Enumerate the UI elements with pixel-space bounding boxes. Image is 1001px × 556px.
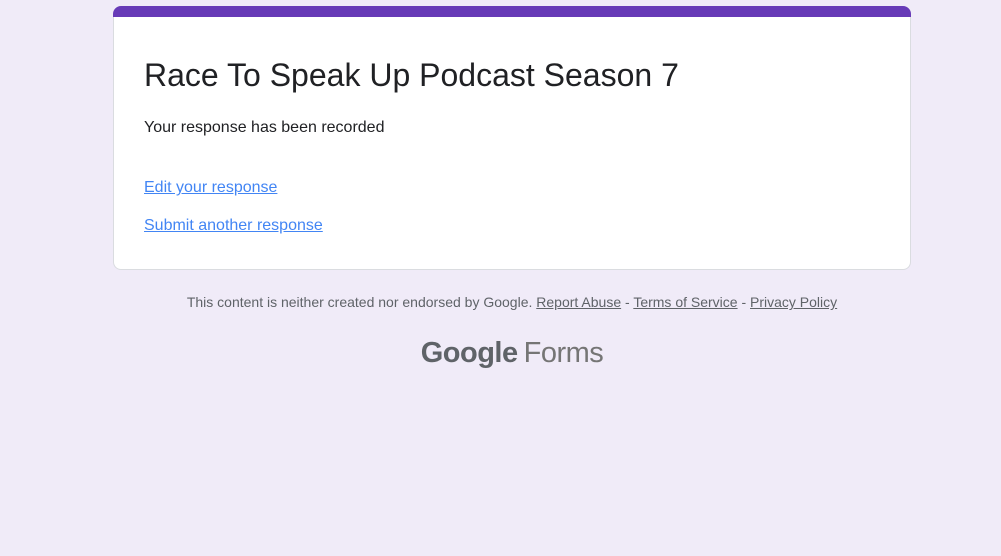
forms-logo-text: Forms xyxy=(523,336,604,369)
terms-of-service-link[interactable]: Terms of Service xyxy=(633,294,737,310)
page-container: Race To Speak Up Podcast Season 7 Your r… xyxy=(113,0,911,370)
footer-disclaimer: This content is neither created nor endo… xyxy=(113,293,911,313)
google-forms-logo: Google Forms xyxy=(113,337,911,370)
report-abuse-link[interactable]: Report Abuse xyxy=(536,294,621,310)
confirmation-message: Your response has been recorded xyxy=(144,119,385,136)
submit-another-response-link[interactable]: Submit another response xyxy=(144,215,880,237)
disclaimer-text: This content is neither created nor endo… xyxy=(186,294,533,311)
response-links: Edit your response Submit another respon… xyxy=(144,177,880,237)
google-logo-text: Google xyxy=(420,336,518,369)
footer-separator: - xyxy=(625,294,630,311)
footer-separator: - xyxy=(741,294,747,311)
edit-response-link[interactable]: Edit your response xyxy=(144,177,880,199)
form-title: Race To Speak Up Podcast Season 7 xyxy=(144,57,679,93)
response-card: Race To Speak Up Podcast Season 7 Your r… xyxy=(113,17,911,271)
privacy-policy-link[interactable]: Privacy Policy xyxy=(750,294,837,310)
form-theme-bar xyxy=(113,6,911,17)
